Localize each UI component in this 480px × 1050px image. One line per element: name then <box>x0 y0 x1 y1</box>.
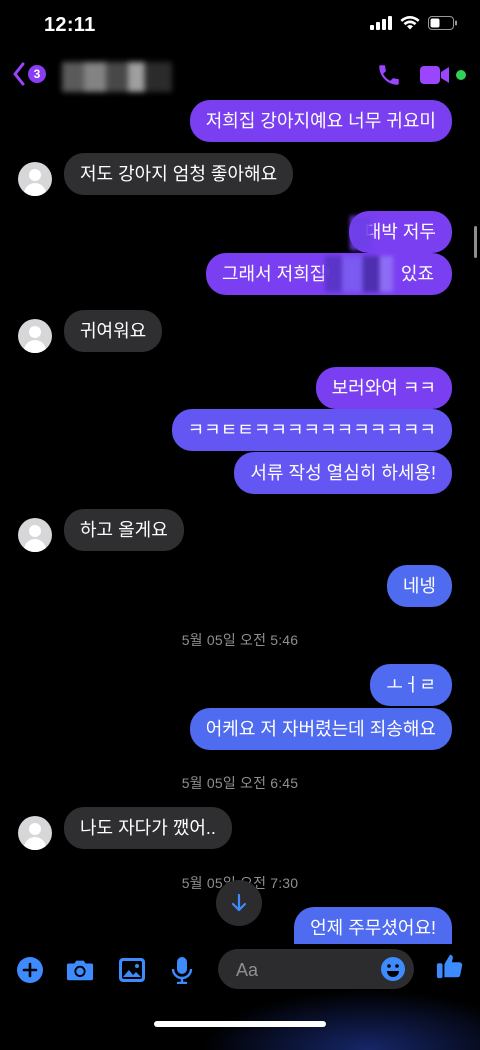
more-actions-button[interactable] <box>16 956 44 984</box>
message-text: 있죠 <box>400 264 435 284</box>
microphone-icon <box>171 957 193 984</box>
incoming-message[interactable]: 하고 올게요 <box>64 509 184 551</box>
thumbs-up-icon <box>436 954 463 979</box>
home-indicator[interactable] <box>154 1021 326 1027</box>
emoji-icon[interactable] <box>380 956 406 982</box>
voice-message-button[interactable] <box>168 956 196 984</box>
incoming-message[interactable]: 귀여워요 <box>64 310 163 352</box>
avatar[interactable] <box>18 518 52 552</box>
composer-bar <box>0 944 480 996</box>
outgoing-message[interactable]: 어케요 저 자버렸는데 죄송해요 <box>189 708 452 750</box>
redacted-area <box>325 256 393 292</box>
outgoing-message[interactable]: ㅗㅓㄹ <box>370 664 452 706</box>
incoming-message[interactable]: 나도 자다가 깼어.. <box>64 807 232 849</box>
redacted-area <box>350 216 372 250</box>
scroll-to-bottom-button[interactable] <box>216 880 262 926</box>
outgoing-message[interactable]: 네넹 <box>386 565 452 607</box>
outgoing-message[interactable]: 보러와여 ㅋㅋ <box>315 367 452 409</box>
like-button[interactable] <box>436 952 464 980</box>
outgoing-message[interactable]: ㅋㅋㅌㅌㅋㅋㅋㅋㅋㅋㅋㅋㅋㅋㅋ <box>171 409 452 451</box>
plus-icon <box>17 957 43 983</box>
avatar[interactable] <box>18 319 52 353</box>
message-timestamp: 5월 05일 오전 6:45 <box>181 775 299 791</box>
message-input-container[interactable] <box>218 949 414 991</box>
gallery-button[interactable] <box>118 956 146 984</box>
outgoing-message[interactable]: 서류 작성 열심히 하세용! <box>234 452 452 494</box>
arrow-down-icon <box>231 893 247 912</box>
incoming-message[interactable]: 저도 강아지 엄청 좋아해요 <box>64 153 294 195</box>
ambient-glow <box>200 990 480 1050</box>
outgoing-message[interactable]: 저희집 강아지예요 너무 귀요미 <box>189 100 452 142</box>
message-thread: 저희집 강아지예요 너무 귀요미 저도 강아지 엄청 좋아해요 대박 저두 그래… <box>0 0 480 1039</box>
message-input[interactable] <box>234 949 378 991</box>
avatar[interactable] <box>18 816 52 850</box>
camera-button[interactable] <box>66 956 94 984</box>
camera-icon <box>66 960 94 981</box>
avatar[interactable] <box>18 162 52 196</box>
message-timestamp: 5월 05일 오전 5:46 <box>181 632 299 648</box>
image-icon <box>119 958 145 982</box>
scrollbar[interactable] <box>474 226 477 258</box>
